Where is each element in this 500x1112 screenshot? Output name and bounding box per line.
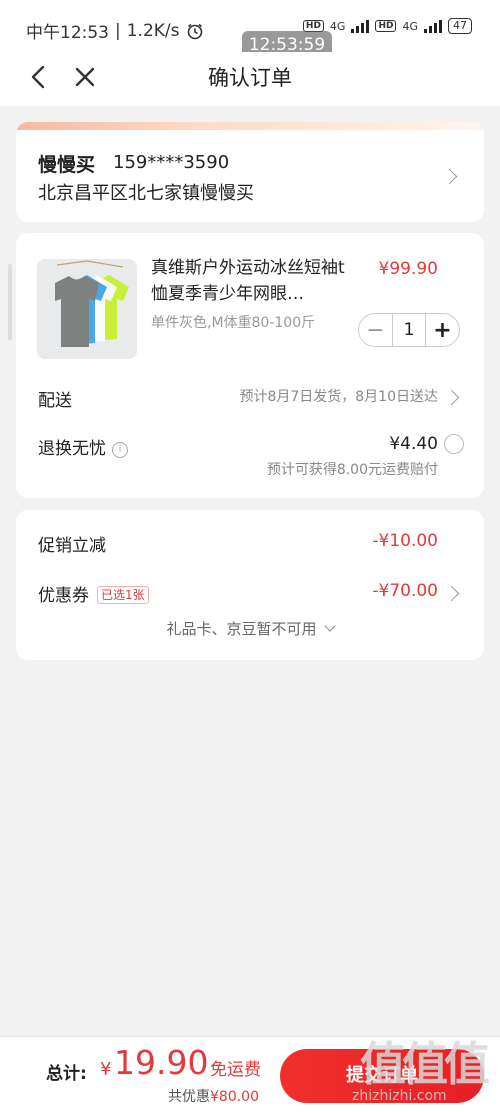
increase-button[interactable]: +	[426, 318, 459, 343]
address-card[interactable]: 慢慢买 159****3590 北京昌平区北七家镇慢慢买	[16, 122, 484, 222]
product-card: 真维斯户外运动冰丝短袖t恤夏季青少年网眼… ¥99.90 单件灰色,M体重80-…	[16, 233, 484, 498]
watermark-site: zhizhizhi.com	[352, 1088, 447, 1104]
return-insurance-radio[interactable]	[444, 434, 464, 454]
currency-symbol: ¥	[100, 1059, 112, 1080]
chevron-right-icon	[441, 168, 458, 185]
total-savings: 共优惠¥80.00	[168, 1086, 259, 1106]
instant-discount-value: -¥10.00	[372, 531, 438, 551]
delivery-label: 配送	[38, 391, 72, 411]
scroll-indicator	[8, 264, 12, 340]
promotions-card: 促销立减 -¥10.00 优惠券 已选1张 -¥70.00 礼品卡、京豆暂不可用	[16, 510, 484, 660]
signal-icon-1	[351, 19, 370, 33]
signal-icon-2	[424, 19, 442, 33]
return-insurance-price: ¥4.40	[389, 434, 438, 454]
quantity-stepper: − 1 +	[358, 313, 460, 347]
address-stripe	[16, 122, 484, 130]
product-price: ¥99.90	[378, 259, 438, 279]
product-title[interactable]: 真维斯户外运动冰丝短袖t恤夏季青少年网眼…	[151, 255, 356, 307]
product-image[interactable]	[37, 259, 137, 359]
savings-amount: ¥80.00	[210, 1089, 259, 1105]
tshirt-icon	[55, 260, 129, 347]
savings-label: 共优惠	[168, 1089, 210, 1105]
free-shipping-label: 免运费	[210, 1060, 261, 1080]
instant-discount-label: 促销立减	[38, 536, 106, 556]
recipient-phone: 159****3590	[113, 152, 230, 173]
delivery-value: 预计8月7日发货，8月10日送达	[239, 389, 438, 405]
total-amount: 19.90	[114, 1043, 209, 1082]
watermark-logo: 值值值	[360, 1037, 490, 1091]
total-label: 总计:	[46, 1064, 87, 1084]
quantity-value[interactable]: 1	[392, 314, 426, 346]
hd-badge-2: HD	[375, 20, 397, 32]
return-insurance-note: 预计可获得8.00元运费赔付	[266, 462, 438, 478]
nav-bar: 确认订单	[0, 52, 500, 106]
network-type-1: 4G	[329, 19, 346, 33]
return-insurance-label: 退换无忧	[38, 439, 106, 459]
unavailable-note[interactable]: 礼品卡、京豆暂不可用	[16, 618, 484, 639]
page-title: 确认订单	[208, 66, 292, 90]
info-icon[interactable]: i	[112, 442, 128, 458]
chevron-right-icon	[443, 389, 460, 406]
coupon-value: -¥70.00	[372, 581, 438, 601]
coupon-selected-badge: 已选1张	[97, 586, 149, 604]
network-type-2: 4G	[402, 19, 418, 33]
decrease-button[interactable]: −	[359, 318, 392, 343]
coupon-label: 优惠券	[38, 586, 89, 606]
network-speed: 1.2K/s	[126, 20, 180, 41]
chevron-down-icon	[323, 620, 336, 632]
product-spec[interactable]: 单件灰色,M体重80-100斤	[151, 312, 315, 332]
address-line: 北京昌平区北七家镇慢慢买	[38, 183, 254, 204]
alarm-icon	[187, 23, 202, 39]
status-time: 中午12:53	[26, 23, 109, 43]
battery-icon: 47	[448, 18, 472, 34]
unavailable-note-text: 礼品卡、京豆暂不可用	[166, 620, 317, 638]
chevron-right-icon	[443, 585, 460, 602]
recipient-name: 慢慢买	[38, 154, 96, 176]
